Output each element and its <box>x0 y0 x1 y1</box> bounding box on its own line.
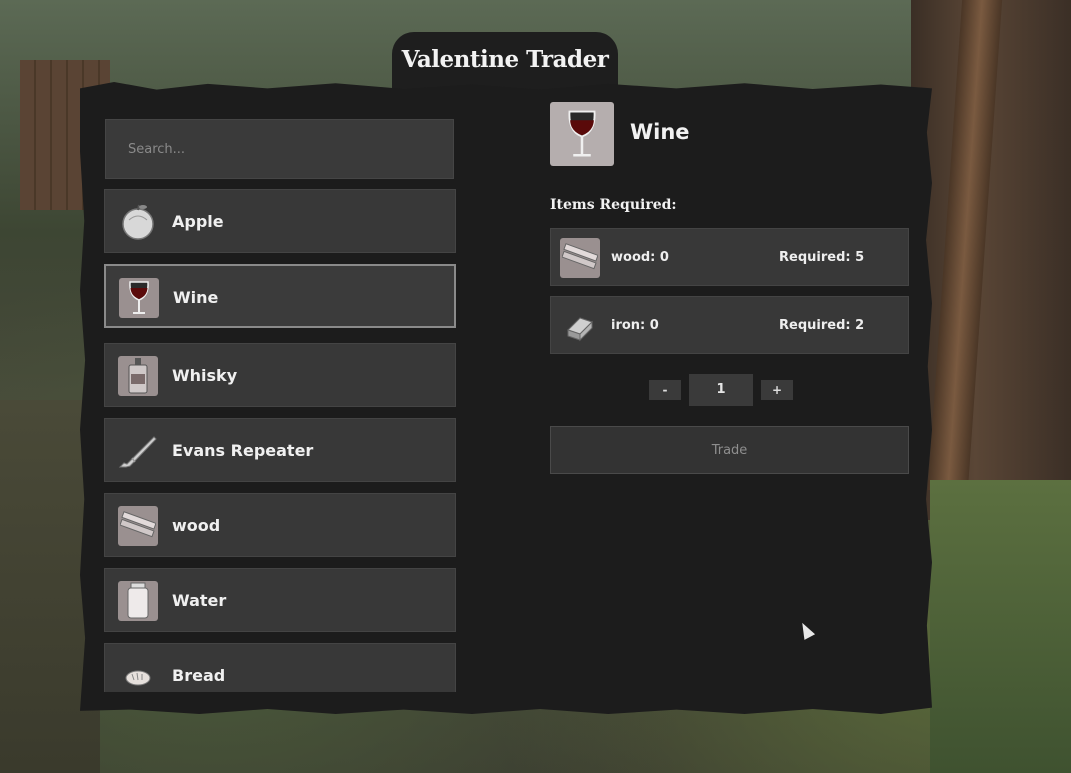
apple-icon <box>118 202 158 242</box>
requirement-row-iron: iron: 0 Required: 2 <box>550 296 909 354</box>
iron-ingot-icon <box>560 306 600 346</box>
list-item-wine[interactable]: Wine <box>104 264 456 328</box>
whisky-bottle-icon <box>118 356 158 396</box>
water-jar-icon <box>118 581 158 621</box>
quantity-decrease-button[interactable]: - <box>649 380 681 400</box>
list-item-evans-repeater[interactable]: Evans Repeater <box>104 418 456 482</box>
selected-item-title: Wine <box>630 120 690 144</box>
list-item-bread[interactable]: Bread <box>104 643 456 692</box>
quantity-increase-button[interactable]: + <box>761 380 793 400</box>
list-item-label: Whisky <box>172 366 238 385</box>
wood-planks-icon <box>560 238 600 278</box>
background-grass <box>930 480 1071 773</box>
requirement-need: Required: 2 <box>779 318 865 333</box>
list-item-water[interactable]: Water <box>104 568 456 632</box>
requirement-have: iron: 0 <box>611 318 659 333</box>
item-list[interactable]: Apple Wine Whisky Evans Repeater wood Wa… <box>104 189 456 692</box>
wine-glass-icon <box>550 102 614 166</box>
search-input[interactable] <box>105 119 454 179</box>
list-item-apple[interactable]: Apple <box>104 189 456 253</box>
list-item-label: Bread <box>172 666 226 685</box>
trader-title: Valentine Trader <box>401 46 609 73</box>
list-item-label: Apple <box>172 212 224 231</box>
bread-icon <box>118 656 158 692</box>
list-item-label: wood <box>172 516 221 535</box>
list-item-label: Evans Repeater <box>172 441 314 460</box>
rifle-icon <box>118 431 158 471</box>
list-item-label: Water <box>172 591 227 610</box>
trade-button[interactable]: Trade <box>550 426 909 474</box>
quantity-value[interactable]: 1 <box>689 374 753 406</box>
list-item-label: Wine <box>173 288 219 307</box>
requirement-need: Required: 5 <box>779 250 865 265</box>
list-item-whisky[interactable]: Whisky <box>104 343 456 407</box>
list-item-wood[interactable]: wood <box>104 493 456 557</box>
items-required-heading: Items Required: <box>550 197 677 213</box>
wine-glass-icon <box>119 278 159 318</box>
requirement-row-wood: wood: 0 Required: 5 <box>550 228 909 286</box>
wood-planks-icon <box>118 506 158 546</box>
requirement-have: wood: 0 <box>611 250 669 265</box>
